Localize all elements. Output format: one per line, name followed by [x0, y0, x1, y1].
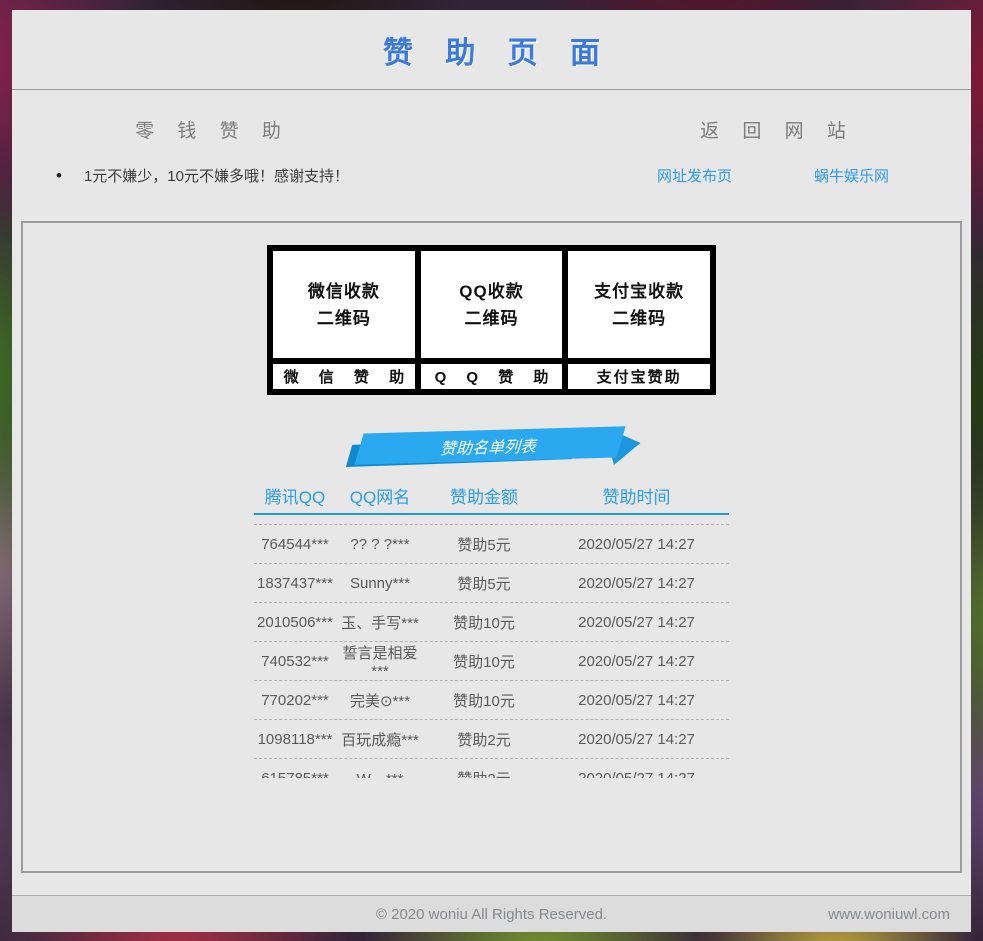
footer-site-url: www.woniuwl.com — [828, 906, 950, 923]
qr-placeholder-1: QQ收款二维码 — [421, 251, 563, 358]
qr-caption-2: 支付宝赞助 — [568, 364, 710, 389]
info-section: 零 钱 赞 助 • 1元不嫌少，10元不嫌多哦！感谢支持！ 返 回 网 站 网址… — [12, 90, 971, 221]
table-cell: 2020/05/27 14:27 — [544, 575, 729, 592]
qr-panel-0: 微信收款二维码微 信 赞 助 — [273, 251, 415, 389]
sponsor-table-header: 腾讯QQQQ网名赞助金额赞助时间 — [254, 478, 729, 515]
table-cell: 完美⊙*** — [336, 690, 424, 711]
table-cell: 赞助10元 — [424, 690, 544, 711]
table-row: 740532***誓言是相爱***赞助10元2020/05/27 14:27 — [254, 641, 729, 680]
donation-note-text: 1元不嫌少，10元不嫌多哦！感谢支持！ — [84, 165, 349, 186]
table-cell: 2020/05/27 14:27 — [544, 770, 729, 779]
sponsor-table: 腾讯QQQQ网名赞助金额赞助时间 764544***?? ? ?***赞助5元2… — [254, 478, 729, 778]
table-cell: 2020/05/27 14:27 — [544, 614, 729, 631]
table-cell: 1098118*** — [254, 731, 336, 748]
site-link-1[interactable]: 蜗牛娱乐网 — [814, 165, 889, 186]
table-cell: 赞助2元 — [424, 768, 544, 779]
sponsor-list-ribbon: 赞助名单列表 — [349, 429, 635, 467]
table-row: 770202***完美⊙***赞助10元2020/05/27 14:27 — [254, 680, 729, 719]
table-cell: 玉、手写*** — [336, 612, 424, 633]
table-cell: Sunny*** — [336, 575, 424, 592]
qr-panel-1: QQ收款二维码 Q Q 赞 助 — [421, 251, 563, 389]
qr-caption-1: Q Q 赞 助 — [421, 364, 563, 389]
column-header-0: 腾讯QQ — [254, 483, 336, 508]
main-content-box: 微信收款二维码微 信 赞 助QQ收款二维码 Q Q 赞 助支付宝收款二维码支付宝赞… — [21, 221, 962, 873]
table-cell: ?? ? ?*** — [336, 536, 424, 553]
table-cell: 764544*** — [254, 536, 336, 553]
ribbon-label: 赞助名单列表 — [354, 426, 625, 465]
table-cell: 615785*** — [254, 770, 336, 779]
table-row: 1098118***百玩成瘾***赞助2元2020/05/27 14:27 — [254, 719, 729, 758]
page-footer: © 2020 woniu All Rights Reserved. www.wo… — [12, 895, 971, 932]
sponsor-table-body: 764544***?? ? ?***赞助5元2020/05/27 14:2718… — [254, 515, 729, 778]
table-cell: 誓言是相爱*** — [336, 642, 424, 680]
table-cell: 740532*** — [254, 653, 336, 670]
donation-info-column: 零 钱 赞 助 • 1元不嫌少，10元不嫌多哦！感谢支持！ — [12, 116, 404, 221]
return-site-column: 返 回 网 站 网址发布页 蜗牛娱乐网 — [577, 116, 969, 221]
table-cell: 百玩成瘾*** — [336, 729, 424, 750]
table-cell: W。*** — [336, 768, 424, 779]
table-cell: 赞助5元 — [424, 534, 544, 555]
table-row: 615785***W。***赞助2元2020/05/27 14:27 — [254, 758, 729, 778]
qr-placeholder-2: 支付宝收款二维码 — [568, 251, 710, 358]
page-card: 赞 助 页 面 零 钱 赞 助 • 1元不嫌少，10元不嫌多哦！感谢支持！ 返 … — [12, 10, 971, 932]
qr-panel-2: 支付宝收款二维码支付宝赞助 — [568, 251, 710, 389]
qr-placeholder-0: 微信收款二维码 — [273, 251, 415, 358]
table-cell: 赞助5元 — [424, 573, 544, 594]
qr-caption-0: 微 信 赞 助 — [273, 364, 415, 389]
donation-heading: 零 钱 赞 助 — [12, 116, 404, 143]
table-cell: 2020/05/27 14:27 — [544, 731, 729, 748]
table-cell: 赞助10元 — [424, 651, 544, 672]
table-row: 764544***?? ? ?***赞助5元2020/05/27 14:27 — [254, 524, 729, 563]
table-cell: 2020/05/27 14:27 — [544, 692, 729, 709]
table-row: 2010506***玉、手写***赞助10元2020/05/27 14:27 — [254, 602, 729, 641]
donation-note: • 1元不嫌少，10元不嫌多哦！感谢支持！ — [12, 165, 404, 186]
bullet-icon: • — [56, 166, 62, 186]
return-site-heading: 返 回 网 站 — [577, 116, 969, 143]
column-header-1: QQ网名 — [336, 483, 424, 508]
table-cell: 770202*** — [254, 692, 336, 709]
return-links: 网址发布页 蜗牛娱乐网 — [577, 165, 969, 186]
table-cell: 2010506*** — [254, 614, 336, 631]
table-row: 1837437***Sunny***赞助5元2020/05/27 14:27 — [254, 563, 729, 602]
table-cell: 2020/05/27 14:27 — [544, 536, 729, 553]
table-cell: 赞助10元 — [424, 612, 544, 633]
site-link-0[interactable]: 网址发布页 — [657, 165, 732, 186]
page-header: 赞 助 页 面 — [12, 10, 971, 90]
table-cell: 1837437*** — [254, 575, 336, 592]
copyright-text: © 2020 woniu All Rights Reserved. — [376, 906, 607, 923]
column-header-3: 赞助时间 — [544, 483, 729, 508]
column-header-2: 赞助金额 — [424, 483, 544, 508]
page-title: 赞 助 页 面 — [371, 28, 612, 72]
table-cell: 赞助2元 — [424, 729, 544, 750]
qr-codes-image: 微信收款二维码微 信 赞 助QQ收款二维码 Q Q 赞 助支付宝收款二维码支付宝赞… — [267, 245, 716, 395]
table-cell: 2020/05/27 14:27 — [544, 653, 729, 670]
